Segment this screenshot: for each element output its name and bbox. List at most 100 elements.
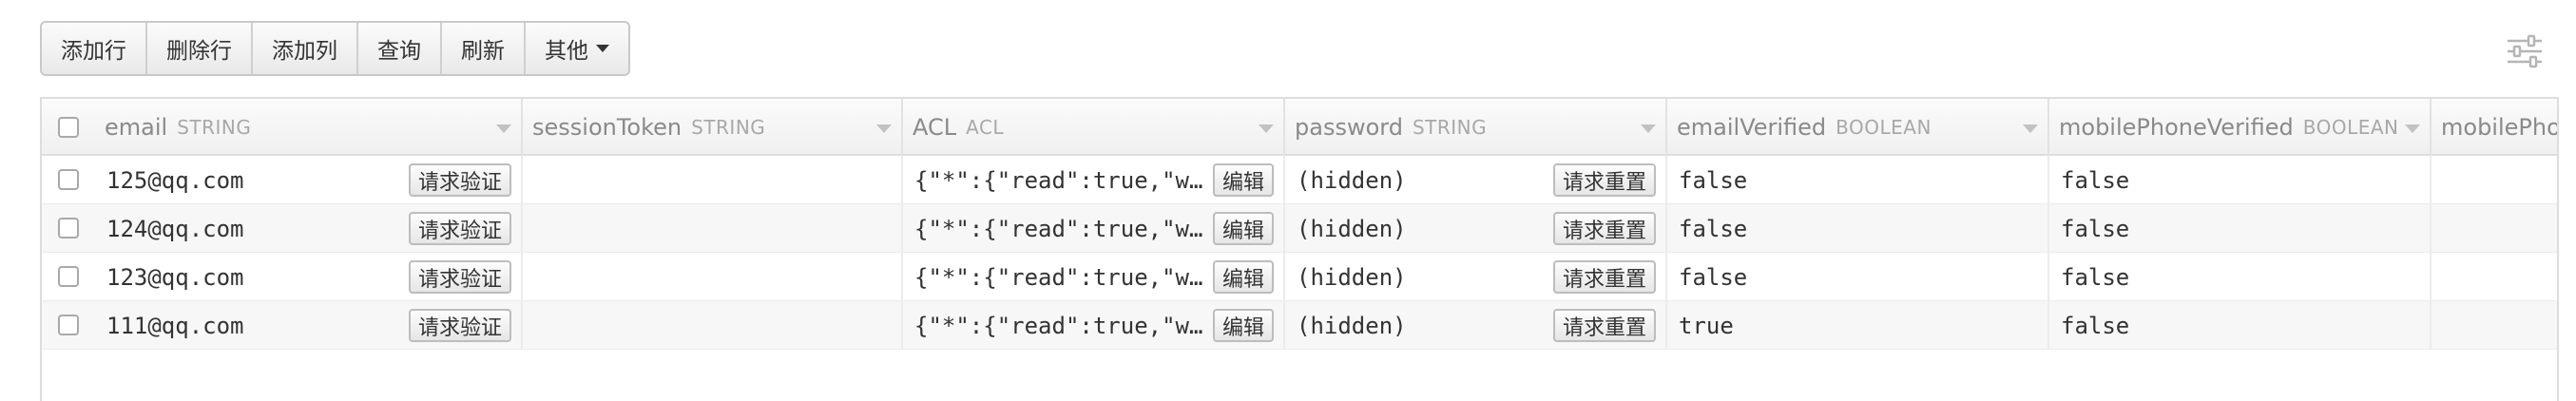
sliders-icon[interactable] <box>2506 32 2544 70</box>
column-name: mobilePhoneVerified <box>2059 114 2294 141</box>
request-reset-button[interactable]: 请求重置 <box>1552 309 1656 342</box>
table-header: email STRING sessionToken STRING ACL ACL… <box>42 99 2557 156</box>
data-table: email STRING sessionToken STRING ACL ACL… <box>40 97 2559 401</box>
edit-acl-button[interactable]: 编辑 <box>1212 309 1274 342</box>
column-name: sessionToken <box>532 114 682 141</box>
mobilephoneverified-cell[interactable]: false <box>2049 204 2432 253</box>
acl-cell[interactable]: {"*":{"read":true,"w… 编辑 <box>903 204 1285 253</box>
password-cell[interactable]: (hidden) 请求重置 <box>1285 204 1667 253</box>
acl-cell[interactable]: {"*":{"read":true,"w… 编辑 <box>903 301 1285 350</box>
chevron-down-icon[interactable] <box>876 124 892 133</box>
mobilephoneverified-cell[interactable]: false <box>2049 301 2432 350</box>
chevron-down-icon[interactable] <box>2023 124 2038 133</box>
column-header-email[interactable]: email STRING <box>95 99 523 156</box>
password-value: (hidden) <box>1297 312 1407 339</box>
column-name: mobilePhoneN <box>2441 114 2559 141</box>
email-value: 125@qq.com <box>106 166 244 194</box>
sessiontoken-cell[interactable] <box>523 301 903 350</box>
row-checkbox[interactable] <box>58 266 79 287</box>
column-name: email <box>105 114 168 141</box>
chevron-down-icon[interactable] <box>2405 124 2420 133</box>
sessiontoken-cell[interactable] <box>523 156 903 204</box>
acl-value: {"*":{"read":true,"w… <box>914 263 1203 291</box>
sessiontoken-cell[interactable] <box>523 204 903 253</box>
request-reset-button[interactable]: 请求重置 <box>1552 260 1656 294</box>
email-value: 123@qq.com <box>106 263 244 291</box>
chevron-down-icon[interactable] <box>1641 124 1656 133</box>
row-checkbox[interactable] <box>58 169 79 190</box>
table-row[interactable]: 125@qq.com 请求验证 {"*":{"read":true,"w… 编辑… <box>42 156 2557 204</box>
column-type: STRING <box>177 116 252 139</box>
password-cell[interactable]: (hidden) 请求重置 <box>1285 253 1667 301</box>
select-all-cell <box>42 99 95 156</box>
row-checkbox[interactable] <box>58 218 79 239</box>
delete-row-button[interactable]: 删除行 <box>147 23 253 74</box>
request-verify-button[interactable]: 请求验证 <box>408 260 511 294</box>
row-select-cell <box>42 204 95 252</box>
column-type: BOOLEAN <box>1836 116 1932 139</box>
email-cell[interactable]: 124@qq.com 请求验证 <box>95 204 523 253</box>
password-cell[interactable]: (hidden) 请求重置 <box>1285 156 1667 204</box>
column-header-password[interactable]: password STRING <box>1285 99 1667 156</box>
column-header-sessiontoken[interactable]: sessionToken STRING <box>523 99 903 156</box>
column-name: emailVerified <box>1677 114 1827 141</box>
acl-value: {"*":{"read":true,"w… <box>914 215 1203 242</box>
column-type: ACL <box>966 116 1005 139</box>
mobilephoneverified-cell[interactable]: false <box>2049 156 2432 204</box>
select-all-checkbox[interactable] <box>58 117 79 138</box>
email-cell[interactable]: 125@qq.com 请求验证 <box>95 156 523 204</box>
add-column-button[interactable]: 添加列 <box>253 23 358 74</box>
chevron-down-icon[interactable] <box>496 124 511 133</box>
acl-cell[interactable]: {"*":{"read":true,"w… 编辑 <box>903 156 1285 204</box>
request-reset-button[interactable]: 请求重置 <box>1552 163 1656 197</box>
request-verify-button[interactable]: 请求验证 <box>408 309 511 342</box>
row-select-cell <box>42 253 95 300</box>
mobilephonenumber-cell[interactable] <box>2432 301 2557 350</box>
row-checkbox[interactable] <box>58 315 79 335</box>
edit-acl-button[interactable]: 编辑 <box>1212 212 1274 245</box>
email-value: 124@qq.com <box>106 215 244 242</box>
mobilephonenumber-cell[interactable] <box>2432 204 2557 253</box>
column-name: ACL <box>913 114 957 141</box>
query-button[interactable]: 查询 <box>358 23 442 74</box>
more-dropdown-button[interactable]: 其他 <box>526 23 628 74</box>
column-type: STRING <box>1412 116 1488 139</box>
password-cell[interactable]: (hidden) 请求重置 <box>1285 301 1667 350</box>
edit-acl-button[interactable]: 编辑 <box>1212 163 1274 197</box>
column-header-emailverified[interactable]: emailVerified BOOLEAN <box>1667 99 2049 156</box>
table-row[interactable]: 111@qq.com 请求验证 {"*":{"read":true,"w… 编辑… <box>42 301 2557 350</box>
column-name: password <box>1295 114 1403 141</box>
emailverified-cell[interactable]: false <box>1667 253 2049 301</box>
table-row[interactable]: 124@qq.com 请求验证 {"*":{"read":true,"w… 编辑… <box>42 204 2557 253</box>
mobilephonenumber-cell[interactable] <box>2432 156 2557 204</box>
chevron-down-icon[interactable] <box>1259 124 1274 133</box>
caret-down-icon <box>596 45 609 52</box>
acl-value: {"*":{"read":true,"w… <box>914 166 1203 194</box>
emailverified-cell[interactable]: true <box>1667 301 2049 350</box>
request-verify-button[interactable]: 请求验证 <box>408 212 511 245</box>
table-row[interactable]: 123@qq.com 请求验证 {"*":{"read":true,"w… 编辑… <box>42 253 2557 301</box>
row-select-cell <box>42 301 95 349</box>
emailverified-cell[interactable]: false <box>1667 156 2049 204</box>
password-value: (hidden) <box>1297 166 1407 194</box>
row-select-cell <box>42 156 95 203</box>
email-cell[interactable]: 123@qq.com 请求验证 <box>95 253 523 301</box>
add-row-button[interactable]: 添加行 <box>42 23 147 74</box>
mobilephonenumber-cell[interactable] <box>2432 253 2557 301</box>
acl-cell[interactable]: {"*":{"read":true,"w… 编辑 <box>903 253 1285 301</box>
request-verify-button[interactable]: 请求验证 <box>408 163 511 197</box>
edit-acl-button[interactable]: 编辑 <box>1212 260 1274 294</box>
column-type: BOOLEAN <box>2302 116 2399 139</box>
acl-value: {"*":{"read":true,"w… <box>914 312 1203 339</box>
refresh-button[interactable]: 刷新 <box>442 23 526 74</box>
sessiontoken-cell[interactable] <box>523 253 903 301</box>
mobilephoneverified-cell[interactable]: false <box>2049 253 2432 301</box>
email-cell[interactable]: 111@qq.com 请求验证 <box>95 301 523 350</box>
emailverified-cell[interactable]: false <box>1667 204 2049 253</box>
request-reset-button[interactable]: 请求重置 <box>1552 212 1656 245</box>
email-value: 111@qq.com <box>106 312 244 339</box>
column-header-acl[interactable]: ACL ACL <box>903 99 1285 156</box>
column-header-mobilephoneverified[interactable]: mobilePhoneVerified BOOLEAN <box>2049 99 2432 156</box>
toolbar: 添加行 删除行 添加列 查询 刷新 其他 <box>40 21 630 76</box>
column-header-mobilephonenumber[interactable]: mobilePhoneN <box>2432 99 2559 156</box>
